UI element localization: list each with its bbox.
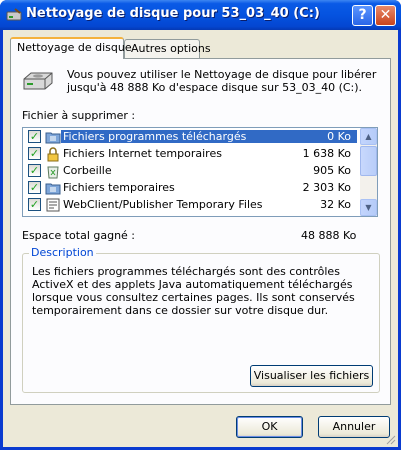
recycle-bin-icon <box>47 166 59 179</box>
folder-icon <box>45 183 61 195</box>
list-item[interactable]: ✓ Fichiers temporaires 2 303 Ko <box>23 179 361 196</box>
tab-nettoyage-de-disque[interactable]: Nettoyage de disque <box>10 37 132 59</box>
file-size: 2 303 Ko <box>302 181 351 194</box>
description-title: Description <box>29 246 96 259</box>
webclient-icon <box>46 198 60 212</box>
tab-autres-options[interactable]: Autres options <box>124 39 211 58</box>
files-listbox[interactable]: ✓ Fichiers programmes téléchargés 0 Ko ✓… <box>22 127 378 217</box>
file-size: 0 Ko <box>327 130 351 143</box>
total-space-value: 48 888 Ko <box>301 229 357 242</box>
files-to-delete-label: Fichier à supprimer : <box>22 109 136 122</box>
file-name: Corbeille <box>63 164 112 177</box>
description-text: Les fichiers programmes téléchargés sont… <box>32 265 355 317</box>
file-size: 905 Ko <box>313 164 351 177</box>
file-name: Fichiers programmes téléchargés <box>61 130 357 143</box>
tab-panel: Vous pouvez utiliser le Nettoyage de dis… <box>10 58 391 405</box>
list-item[interactable]: ✓ Fichiers Internet temporaires 1 638 Ko <box>23 145 361 162</box>
vertical-scrollbar[interactable]: ▲ ▼ <box>360 128 377 216</box>
checkbox[interactable]: ✓ <box>28 198 41 211</box>
scroll-up-button[interactable]: ▲ <box>360 128 377 145</box>
checkbox[interactable]: ✓ <box>28 181 41 194</box>
disk-cleanup-icon <box>6 8 22 21</box>
list-item[interactable]: ✓ Corbeille 905 Ko <box>23 162 361 179</box>
file-size: 1 638 Ko <box>302 147 351 160</box>
checkbox[interactable]: ✓ <box>28 130 41 143</box>
resize-grip-icon[interactable] <box>384 433 396 445</box>
dialog-window: Nettoyage de disque pour 53_03_40 (C:) ?… <box>0 0 401 450</box>
title-bar[interactable]: Nettoyage de disque pour 53_03_40 (C:) ?… <box>0 0 401 30</box>
cancel-button[interactable]: Annuler <box>318 416 390 438</box>
lock-icon <box>47 147 59 162</box>
file-size: 32 Ko <box>320 198 351 211</box>
window-title: Nettoyage de disque pour 53_03_40 (C:) <box>26 6 320 21</box>
scroll-down-button[interactable]: ▼ <box>360 199 377 216</box>
file-name: Fichiers temporaires <box>63 181 175 194</box>
file-name: WebClient/Publisher Temporary Files <box>63 198 263 211</box>
list-item[interactable]: ✓ Fichiers programmes téléchargés 0 Ko <box>23 128 361 145</box>
checkbox[interactable]: ✓ <box>28 164 41 177</box>
checkbox[interactable]: ✓ <box>28 147 41 160</box>
dialog-client-area: Autres options Nettoyage de disque Vous … <box>3 30 398 447</box>
scroll-thumb[interactable] <box>360 146 377 176</box>
total-space-label: Espace total gagné : <box>22 229 136 242</box>
view-files-button[interactable]: Visualiser les fichiers <box>250 365 373 387</box>
ok-button[interactable]: OK <box>236 416 303 438</box>
file-name: Fichiers Internet temporaires <box>63 147 222 160</box>
hard-drive-icon <box>23 72 53 90</box>
list-item[interactable]: ✓ WebClient/Publisher Temporary Files 32… <box>23 196 361 213</box>
intro-text: Vous pouvez utiliser le Nettoyage de dis… <box>67 68 377 94</box>
help-button[interactable]: ? <box>352 5 373 26</box>
close-button[interactable]: ✕ <box>375 5 396 26</box>
folder-icon <box>45 132 61 144</box>
